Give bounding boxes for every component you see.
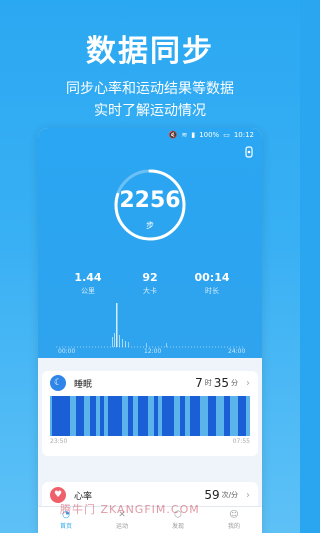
deep-sleep-segment	[76, 396, 84, 436]
calories-stat: 92 大卡	[128, 271, 172, 296]
steps-count: 2256	[119, 188, 181, 213]
duration-unit: 时长	[205, 287, 219, 295]
watermark: 腾牛门 ZKANGFIM.COM	[60, 503, 200, 516]
distance-stat: 1.44 公里	[66, 271, 110, 296]
sleep-stage-chart	[50, 396, 250, 436]
steps-unit: 步	[146, 221, 154, 230]
deep-sleep-segment	[162, 396, 174, 436]
duration-stat: 00:14 时长	[190, 271, 234, 296]
sleep-start-time: 23:50	[50, 438, 68, 445]
mute-icon: 🔇	[168, 131, 178, 139]
tab-discover-label: 发现	[171, 523, 184, 530]
deep-sleep-segment	[90, 396, 96, 436]
chevron-right-icon: ›	[246, 377, 250, 389]
timeline-mid: 12:00	[144, 348, 162, 355]
sleep-minutes-unit: 分	[231, 379, 238, 387]
deep-sleep-segment	[180, 396, 185, 436]
distance-unit: 公里	[81, 287, 95, 295]
deep-sleep-segment	[52, 396, 70, 436]
wifi-icon: ≋	[181, 131, 188, 139]
phone-screen: 🔇 ≋ ▮ 100% ▭ 10:12 2256 步 1.44 公里 92 大卡 …	[38, 128, 262, 533]
duration-value: 00:14	[194, 271, 230, 284]
watch-icon[interactable]	[244, 146, 254, 158]
sleep-card[interactable]: ☾ 睡眠 7 时 35 分 › 23:50 07:55	[42, 371, 258, 456]
hero-title: 数据同步	[86, 34, 214, 69]
deep-sleep-segment	[100, 396, 104, 436]
user-icon: ☺	[229, 510, 239, 520]
deep-sleep-segment	[138, 396, 148, 436]
sleep-end-time: 07:55	[232, 438, 250, 445]
tab-profile-label: 我的	[227, 523, 240, 530]
hero-subtitle-line2: 实时了解运动情况	[94, 103, 206, 119]
calories-unit: 大卡	[143, 287, 157, 295]
calories-value: 92	[142, 271, 158, 284]
status-time: 10:12	[233, 131, 254, 139]
heart-value: 59	[204, 488, 220, 502]
heart-unit: 次/分	[221, 491, 238, 499]
step-timeline-chart	[56, 303, 244, 348]
sleep-hours-unit: 时	[204, 379, 212, 387]
deep-sleep-segment	[238, 396, 246, 436]
chevron-right-icon: ›	[246, 489, 250, 501]
deep-sleep-segment	[190, 396, 200, 436]
deep-sleep-segment	[224, 396, 230, 436]
status-bar: 🔇 ≋ ▮ 100% ▭ 10:12	[169, 131, 254, 139]
tab-profile[interactable]: ☺ 我的	[228, 510, 240, 530]
deep-sleep-segment	[128, 396, 133, 436]
hero-subtitle-line1: 同步心率和运动结果等数据	[66, 81, 234, 97]
battery-icon: ▭	[223, 131, 230, 139]
tab-home-label: 首页	[59, 523, 72, 530]
battery-level: 100%	[199, 131, 220, 139]
heart-label: 心率	[74, 491, 93, 502]
timeline-start: 00:00	[58, 348, 76, 355]
tab-sport-label: 运动	[115, 523, 128, 530]
deep-sleep-segment	[208, 396, 216, 436]
sleep-hours: 7	[195, 376, 203, 390]
signal-icon: ▮	[191, 131, 196, 139]
distance-value: 1.44	[74, 271, 102, 284]
timeline-end: 24:00	[228, 348, 246, 355]
moon-icon: ☾	[50, 375, 66, 391]
deep-sleep-segment	[154, 396, 158, 436]
sleep-label: 睡眠	[74, 379, 93, 390]
deep-sleep-segment	[108, 396, 122, 436]
sleep-minutes: 35	[213, 376, 229, 390]
